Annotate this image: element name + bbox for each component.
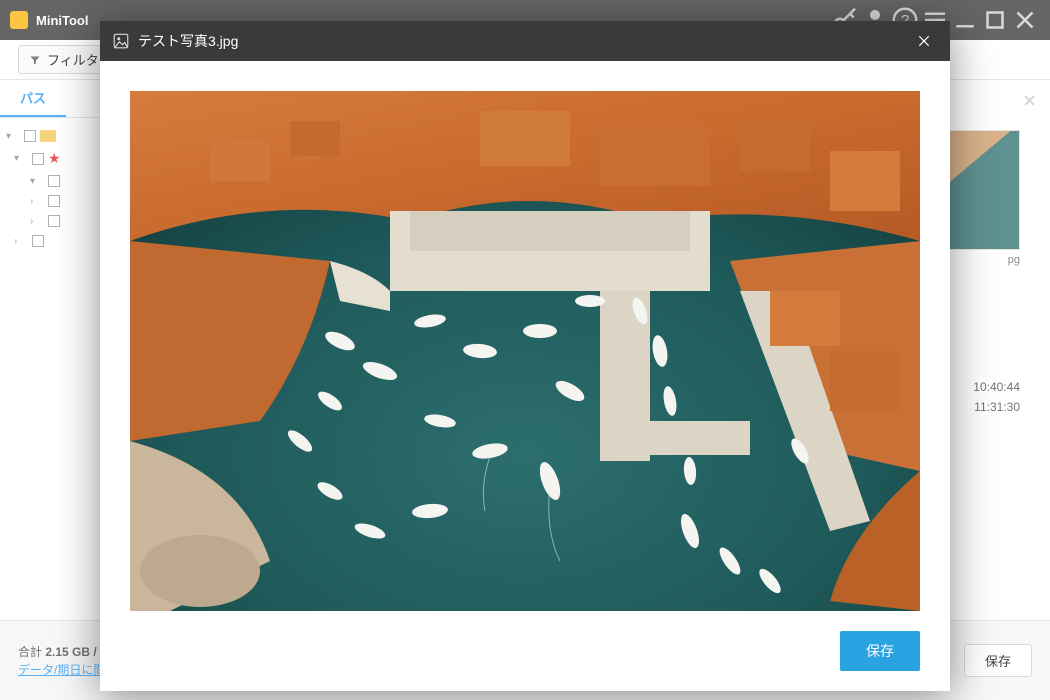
preview-image [130,91,920,611]
modal-image-wrap [100,61,950,621]
modal-close-button[interactable] [910,27,938,55]
modal-overlay: テスト写真3.jpg [0,0,1050,700]
close-icon [917,34,931,48]
preview-modal: テスト写真3.jpg [100,21,950,691]
image-file-icon [112,32,130,50]
modal-footer: 保存 [100,621,950,691]
modal-filename: テスト写真3.jpg [138,31,238,51]
modal-save-button[interactable]: 保存 [840,631,920,671]
modal-titlebar: テスト写真3.jpg [100,21,950,61]
